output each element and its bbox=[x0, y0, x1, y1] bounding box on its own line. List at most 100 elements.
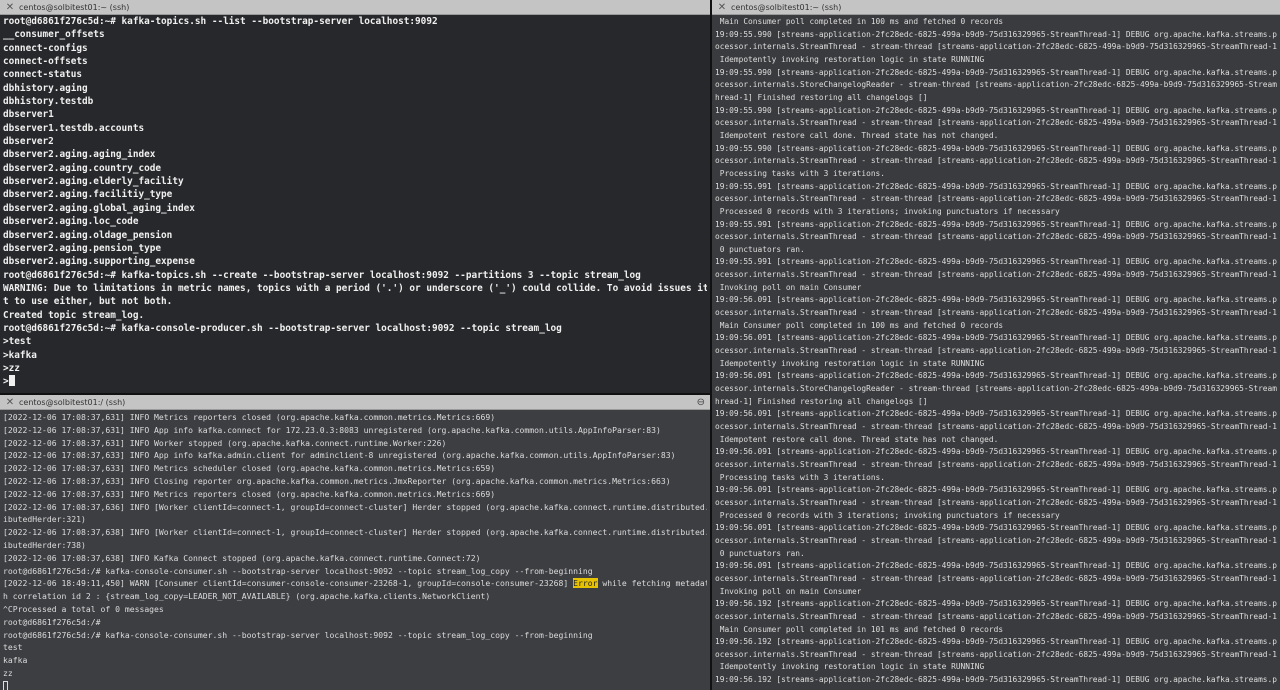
terminal-line: >test bbox=[3, 336, 32, 348]
terminal-line: ocessor.internals.StreamThread - stream-… bbox=[715, 270, 1277, 280]
terminal-line: connect-offsets bbox=[3, 56, 88, 68]
output-lines-after: h correlation id 2 : {stream_log_copy=LE… bbox=[3, 590, 707, 680]
terminal-line: ocessor.internals.StreamThread - stream-… bbox=[715, 459, 1277, 469]
terminal-line: 19:09:56.091 [streams-application-2fc28e… bbox=[715, 333, 1277, 343]
terminal-line: [2022-12-06 17:08:37,633] INFO Closing r… bbox=[3, 475, 671, 486]
terminal-line: Main Consumer poll completed in 100 ms a… bbox=[715, 17, 1004, 26]
terminal-line: Idempotent restore call done. Thread sta… bbox=[715, 434, 999, 444]
terminal-line: ocessor.internals.StreamThread - stream-… bbox=[715, 232, 1277, 242]
output-lines: root@d6861f276c5d:~# kafka-topics.sh --l… bbox=[3, 15, 707, 375]
terminal-line: 19:09:56.091 [streams-application-2fc28e… bbox=[715, 447, 1277, 457]
terminal-line: dbserver2.aging.facilitiy_type bbox=[3, 189, 173, 201]
terminal-line: 19:09:56.091 [streams-application-2fc28e… bbox=[715, 409, 1277, 419]
terminal-line: dbhistory.aging bbox=[3, 82, 88, 94]
terminal-line: root@d6861f276c5d:/# kafka-console-consu… bbox=[3, 565, 593, 576]
prompt-line[interactable]: > bbox=[3, 375, 707, 388]
search-highlight: Error bbox=[573, 578, 598, 589]
terminal-line: [2022-12-06 17:08:37,633] INFO Metrics s… bbox=[3, 463, 496, 474]
terminal-line: hread-1] Finished restoring all changelo… bbox=[715, 92, 928, 102]
terminal-line: 19:09:55.990 [streams-application-2fc28e… bbox=[715, 143, 1277, 153]
terminal-line: Processed 0 records with 3 iterations; i… bbox=[715, 510, 1060, 520]
terminal-line: Main Consumer poll completed in 101 ms a… bbox=[715, 624, 1004, 634]
terminal-line: __consumer_offsets bbox=[3, 29, 105, 41]
terminal-line: 19:09:56.192 [streams-application-2fc28e… bbox=[715, 675, 1277, 685]
terminal-line: 19:09:55.991 [streams-application-2fc28e… bbox=[715, 181, 1277, 191]
terminal-line: Idempotent restore call done. Thread sta… bbox=[715, 130, 999, 140]
terminal-line: dbserver2.aging.loc_code bbox=[3, 216, 139, 228]
warning-text-end: while fetching metadata wit bbox=[602, 578, 707, 589]
terminal-line: 19:09:56.091 [streams-application-2fc28e… bbox=[715, 485, 1277, 495]
terminal-line: ibutedHerder:321) bbox=[3, 514, 86, 525]
terminal-line: h correlation id 2 : {stream_log_copy=LE… bbox=[3, 591, 491, 602]
terminal-line: 19:09:56.091 [streams-application-2fc28e… bbox=[715, 561, 1277, 571]
terminal-line: 19:09:55.990 [streams-application-2fc28e… bbox=[715, 67, 1277, 77]
terminal-line: 19:09:55.990 [streams-application-2fc28e… bbox=[715, 105, 1277, 115]
terminal-line: 19:09:55.990 [streams-application-2fc28e… bbox=[715, 29, 1277, 39]
pane-tab-bar: ✕ centos@solbitest01:~ (ssh) bbox=[712, 0, 1280, 15]
terminal-line: 19:09:55.991 [streams-application-2fc28e… bbox=[715, 219, 1277, 229]
terminal-line: WARNING: Due to limitations in metric na… bbox=[3, 282, 707, 294]
close-icon[interactable]: ✕ bbox=[5, 0, 15, 15]
warning-text: [2022-12-06 18:49:11,450] WARN [Consumer… bbox=[3, 578, 574, 589]
tab-title: centos@solbitest01:/ (ssh) bbox=[19, 398, 126, 407]
terminal-line: [2022-12-06 17:08:37,638] INFO Kafka Con… bbox=[3, 552, 481, 563]
terminal-line: >kafka bbox=[3, 349, 37, 361]
terminal-output[interactable]: root@d6861f276c5d:~# kafka-topics.sh --l… bbox=[0, 15, 710, 393]
terminal-line: Idempotently invoking restoration logic … bbox=[715, 54, 985, 64]
pane-divider-vertical[interactable] bbox=[710, 0, 712, 690]
terminal-line: Main Consumer poll completed in 100 ms a… bbox=[715, 320, 1004, 330]
terminal-line: [2022-12-06 17:08:37,636] INFO [Worker c… bbox=[3, 501, 707, 512]
terminal-line: ocessor.internals.StreamThread - stream-… bbox=[715, 308, 1277, 318]
terminal-line: [2022-12-06 17:08:37,638] INFO [Worker c… bbox=[3, 527, 707, 538]
terminal-line: 19:09:56.192 [streams-application-2fc28e… bbox=[715, 637, 1277, 647]
tab-title: centos@solbitest01:~ (ssh) bbox=[19, 3, 130, 12]
pane-divider-horizontal[interactable] bbox=[0, 393, 710, 395]
terminal-line: ^CProcessed a total of 0 messages bbox=[3, 603, 164, 614]
terminal-line: dbserver2.aging.supporting_expense bbox=[3, 256, 195, 268]
terminal-line: ocessor.internals.StreamThread - stream-… bbox=[715, 535, 1277, 545]
close-icon[interactable]: ✕ bbox=[5, 395, 15, 410]
terminal-line: ocessor.internals.StreamThread - stream-… bbox=[715, 194, 1277, 204]
terminal-line: ibutedHerder:738) bbox=[3, 539, 86, 550]
terminal-pane-top-left[interactable]: ✕ centos@solbitest01:~ (ssh) root@d6861f… bbox=[0, 0, 710, 393]
terminal-output[interactable]: [2022-12-06 17:08:37,631] INFO Metrics r… bbox=[0, 410, 710, 690]
terminal-line: zz bbox=[3, 667, 13, 678]
terminal-line: Idempotently invoking restoration logic … bbox=[715, 662, 985, 672]
terminal-line: connect-configs bbox=[3, 42, 88, 54]
tab-title: centos@solbitest01:~ (ssh) bbox=[731, 3, 842, 12]
terminal-line: [2022-12-06 17:08:37,631] INFO Worker st… bbox=[3, 437, 447, 448]
warning-line: [2022-12-06 18:49:11,450] WARN [Consumer… bbox=[3, 577, 707, 590]
pane-tab-bar: ✕ centos@solbitest01:~ (ssh) bbox=[0, 0, 710, 15]
terminal-line: ocessor.internals.StreamThread - stream-… bbox=[715, 649, 1277, 659]
terminal-line: ocessor.internals.StreamThread - stream-… bbox=[715, 156, 1277, 166]
terminal-line: dbserver2.aging.country_code bbox=[3, 162, 162, 174]
prompt-line[interactable] bbox=[3, 680, 707, 690]
terminal-line: root@d6861f276c5d:~# kafka-topics.sh --l… bbox=[3, 16, 438, 27]
terminal-line: dbserver1.testdb.accounts bbox=[3, 122, 145, 134]
text-cursor bbox=[3, 680, 8, 690]
terminal-line: dbserver1 bbox=[3, 109, 54, 121]
terminal-line: 19:09:55.991 [streams-application-2fc28e… bbox=[715, 257, 1277, 267]
terminal-pane-bottom-left[interactable]: ✕ centos@solbitest01:/ (ssh) ⊖ [2022-12-… bbox=[0, 395, 710, 690]
terminal-line: 19:09:56.192 [streams-application-2fc28e… bbox=[715, 599, 1277, 609]
terminal-output[interactable]: Main Consumer poll completed in 100 ms a… bbox=[712, 15, 1280, 690]
terminal-line: Invoking poll on main Consumer bbox=[715, 282, 862, 292]
output-lines: [2022-12-06 17:08:37,631] INFO Metrics r… bbox=[3, 411, 707, 577]
terminal-line: ocessor.internals.StreamThread - stream-… bbox=[715, 573, 1277, 583]
terminal-line: dbserver2.aging.pension_type bbox=[3, 242, 162, 254]
close-icon[interactable]: ✕ bbox=[717, 0, 727, 15]
terminal-line: dbserver2.aging.global_aging_index bbox=[3, 202, 195, 214]
terminal-line: root@d6861f276c5d:/# kafka-console-consu… bbox=[3, 629, 593, 640]
terminal-line: root@d6861f276c5d:/# bbox=[3, 616, 101, 627]
terminal-line: [2022-12-06 17:08:37,631] INFO App info … bbox=[3, 424, 661, 435]
minimize-icon[interactable]: ⊖ bbox=[697, 395, 705, 410]
terminal-line: [2022-12-06 17:08:37,631] INFO Metrics r… bbox=[3, 412, 496, 422]
terminal-line: [2022-12-06 17:08:37,633] INFO App info … bbox=[3, 450, 676, 461]
terminal-line: test bbox=[3, 642, 23, 653]
terminal-line: 0 punctuators ran. bbox=[715, 548, 805, 558]
terminal-line: ocessor.internals.StreamThread - stream-… bbox=[715, 42, 1277, 52]
terminal-line: Processing tasks with 3 iterations. bbox=[715, 472, 886, 482]
terminal-pane-right[interactable]: ✕ centos@solbitest01:~ (ssh) Main Consum… bbox=[712, 0, 1280, 690]
terminal-line: dbserver2.aging.aging_index bbox=[3, 149, 156, 161]
terminal-line: ocessor.internals.StoreChangelogReader -… bbox=[715, 80, 1277, 90]
